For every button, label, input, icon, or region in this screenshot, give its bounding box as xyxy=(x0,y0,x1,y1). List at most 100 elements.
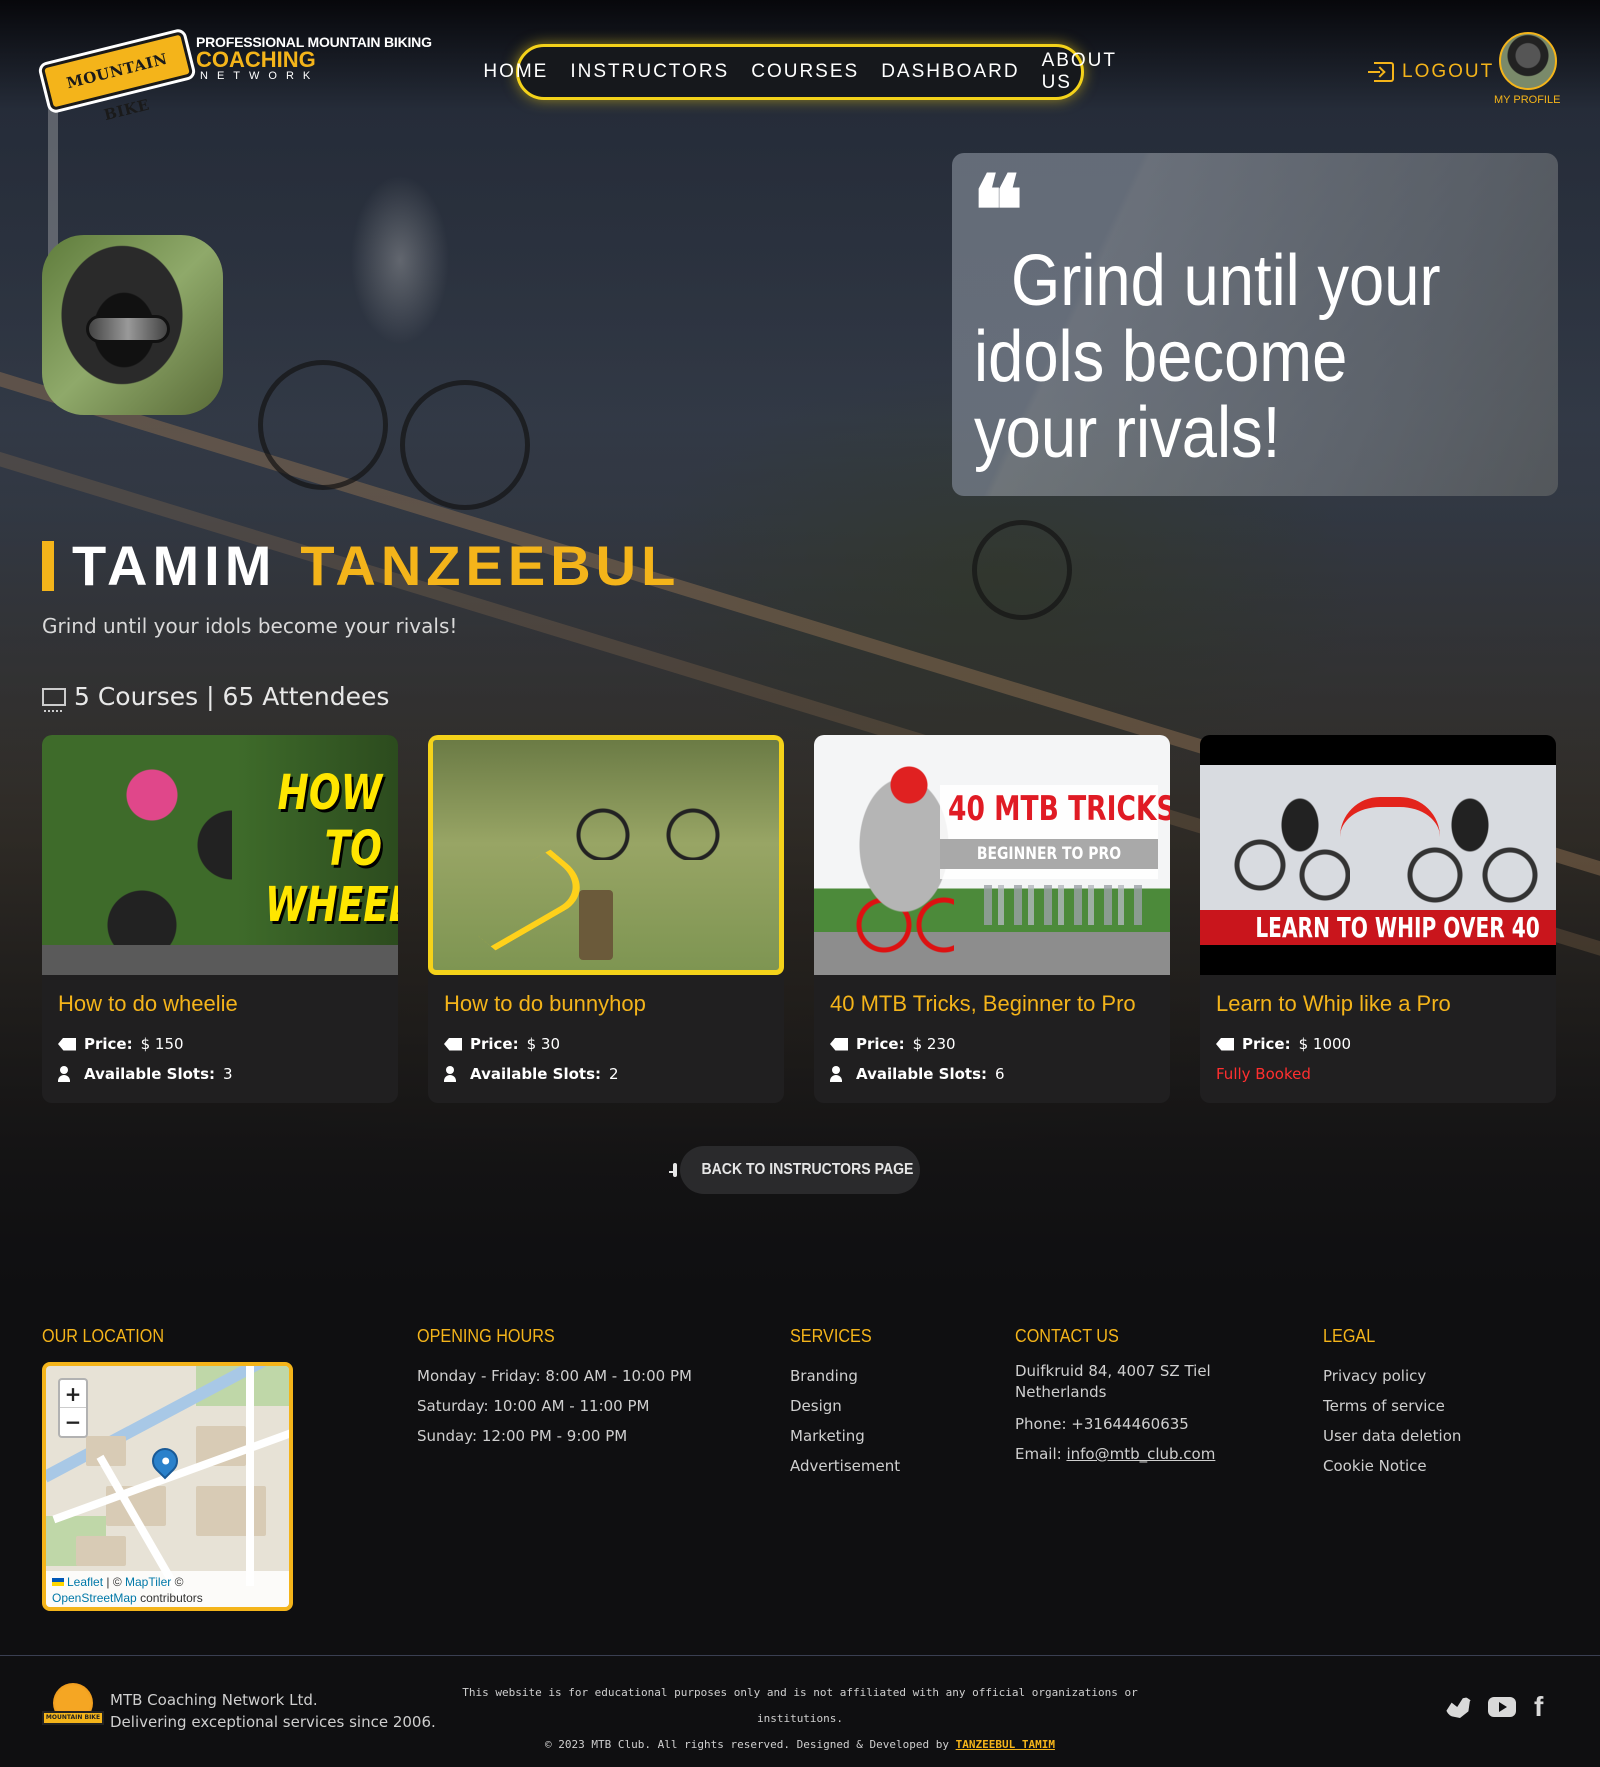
footer-contact: CONTACT US Duifkruid 84, 4007 SZ Tiel Ne… xyxy=(1015,1326,1215,1469)
nav-home[interactable]: HOME xyxy=(483,61,548,83)
main-nav: HOME INSTRUCTORS COURSES DASHBOARD ABOUT… xyxy=(483,44,1115,100)
course-card[interactable]: 40 MTB TRICKS BEGINNER TO PRO 40 MTB Tri… xyxy=(814,735,1170,1103)
arrow-icon xyxy=(446,849,600,951)
company-tagline: Delivering exceptional services since 20… xyxy=(110,1713,436,1731)
company-info: MTB Coaching Network Ltd. Delivering exc… xyxy=(110,1689,436,1733)
footer-heading: OUR LOCATION xyxy=(42,1326,165,1346)
tag-icon xyxy=(1216,1037,1234,1051)
course-price: Price: $ 1000 xyxy=(1216,1035,1351,1053)
disclaimer-text: This website is for educational purposes… xyxy=(462,1686,1138,1725)
stats-text: 5 Courses | 65 Attendees xyxy=(74,682,390,711)
hours-item: Sunday: 12:00 PM - 9:00 PM xyxy=(417,1427,628,1445)
course-image: LEARN TO WHIP OVER 40 xyxy=(1200,735,1556,975)
course-price: Price: $ 150 xyxy=(58,1035,184,1053)
instructor-stats: 5 Courses | 65 Attendees xyxy=(42,682,390,712)
map-zoom-out-button[interactable]: − xyxy=(60,1408,86,1436)
course-slots: Available Slots: 6 xyxy=(830,1065,1005,1083)
tag-icon xyxy=(830,1037,848,1051)
contact-address-line-1: Duifkruid 84, 4007 SZ Tiel xyxy=(1015,1362,1211,1380)
company-name: MTB Coaching Network Ltd. xyxy=(110,1691,318,1709)
location-map[interactable]: + − Leaflet | © MapTiler © OpenStreetMap… xyxy=(42,1362,293,1611)
logout-icon xyxy=(1368,62,1394,82)
logo-line-3: NETWORK xyxy=(200,70,320,82)
nav-instructors[interactable]: INSTRUCTORS xyxy=(570,61,729,83)
contact-email: Email: info@mtb_club.com xyxy=(1015,1445,1216,1463)
nav-about-us[interactable]: ABOUT US xyxy=(1042,50,1117,94)
leaflet-link[interactable]: Leaflet xyxy=(67,1575,103,1589)
quote-card: ❝ Grind until your idols become your riv… xyxy=(952,153,1558,496)
facebook-icon: f xyxy=(1534,1691,1544,1722)
footer-logo[interactable]: MOUNTAIN BIKE xyxy=(42,1683,104,1739)
footer-heading: LEGAL xyxy=(1323,1326,1376,1346)
hours-item: Saturday: 10:00 AM - 11:00 PM xyxy=(417,1397,650,1415)
course-card[interactable]: How to do bunnyhop Price: $ 30 Available… xyxy=(428,735,784,1103)
legal-link[interactable]: Terms of service xyxy=(1323,1391,1461,1421)
footer-location: OUR LOCATION xyxy=(42,1326,178,1361)
course-image: 40 MTB TRICKS BEGINNER TO PRO xyxy=(814,735,1170,975)
footer-heading: SERVICES xyxy=(790,1326,872,1346)
course-list: HOW TO WHEELIE! How to do wheelie Price:… xyxy=(42,735,1558,1103)
site-header: MOUNTAIN BIKE PROFESSIONAL MOUNTAIN BIKI… xyxy=(0,0,1600,130)
service-link[interactable]: Marketing xyxy=(790,1421,900,1451)
footer-disclaimer: This website is for educational purposes… xyxy=(440,1680,1160,1758)
map-zoom-in-button[interactable]: + xyxy=(60,1380,86,1408)
logo-line-2: COACHING xyxy=(196,47,316,72)
course-slots: Available Slots: 3 xyxy=(58,1065,233,1083)
user-plus-icon xyxy=(58,1066,76,1082)
nav-dashboard[interactable]: DASHBOARD xyxy=(881,61,1019,83)
openstreetmap-link[interactable]: OpenStreetMap xyxy=(52,1591,137,1605)
footer-heading: OPENING HOURS xyxy=(417,1326,555,1346)
back-to-instructors-button[interactable]: BACK TO INSTRUCTORS PAGE xyxy=(668,1146,920,1194)
contact-address-line-2: Netherlands xyxy=(1015,1383,1107,1401)
instructor-first-name: TAMIM xyxy=(72,534,277,597)
course-price: Price: $ 30 xyxy=(444,1035,560,1053)
quote-text: Grind until your idols become your rival… xyxy=(974,241,1441,473)
ukraine-flag-icon xyxy=(52,1578,64,1586)
back-icon xyxy=(668,1163,677,1177)
footer-services: SERVICES Branding Design Marketing Adver… xyxy=(790,1326,900,1481)
avatar xyxy=(1499,32,1557,90)
service-link[interactable]: Advertisement xyxy=(790,1451,900,1481)
logout-button[interactable]: LOGOUT xyxy=(1368,58,1494,86)
maptiler-link[interactable]: MapTiler xyxy=(125,1575,171,1589)
logo-badge: MOUNTAIN BIKE xyxy=(40,31,194,124)
back-button-label: BACK TO INSTRUCTORS PAGE xyxy=(701,1161,913,1178)
instructor-photo xyxy=(42,235,223,415)
legal-link[interactable]: Cookie Notice xyxy=(1323,1451,1461,1481)
footer-legal: LEGAL Privacy policy Terms of service Us… xyxy=(1323,1326,1461,1481)
facebook-link[interactable]: f xyxy=(1534,1691,1552,1722)
service-link[interactable]: Design xyxy=(790,1391,900,1421)
course-title: Learn to Whip like a Pro xyxy=(1216,991,1451,1016)
course-card[interactable]: LEARN TO WHIP OVER 40 Learn to Whip like… xyxy=(1200,735,1556,1103)
map-attribution: Leaflet | © MapTiler © OpenStreetMap con… xyxy=(46,1571,289,1607)
course-slots: Available Slots: 2 xyxy=(444,1065,619,1083)
instructor-last-name: TANZEEBUL xyxy=(300,534,681,597)
legal-link[interactable]: User data deletion xyxy=(1323,1421,1461,1451)
course-image: HOW TO WHEELIE! xyxy=(42,735,398,975)
email-link[interactable]: info@mtb_club.com xyxy=(1066,1445,1215,1463)
course-title: How to do wheelie xyxy=(58,991,238,1016)
course-image-text: LEARN TO WHIP OVER 40 xyxy=(1255,911,1540,944)
twitter-link[interactable] xyxy=(1446,1694,1474,1720)
my-profile-link[interactable]: MY PROFILE xyxy=(1494,32,1560,106)
instructor-name: TAMIM TANZEEBUL xyxy=(72,533,680,598)
course-image-text: HOW TO WHEELIE! xyxy=(265,765,398,933)
course-card[interactable]: HOW TO WHEELIE! How to do wheelie Price:… xyxy=(42,735,398,1103)
site-logo[interactable]: MOUNTAIN BIKE PROFESSIONAL MOUNTAIN BIKI… xyxy=(40,31,444,124)
youtube-link[interactable] xyxy=(1488,1694,1516,1720)
service-link[interactable]: Branding xyxy=(790,1361,900,1391)
tag-icon xyxy=(58,1037,76,1051)
course-status: Fully Booked xyxy=(1216,1065,1311,1083)
footer-heading: CONTACT US xyxy=(1015,1326,1119,1346)
copyright: © 2023 MTB Club. All rights reserved. De… xyxy=(545,1738,1055,1751)
twitter-icon xyxy=(1446,1696,1474,1718)
user-plus-icon xyxy=(444,1066,462,1082)
legal-link[interactable]: Privacy policy xyxy=(1323,1361,1461,1391)
developer-link[interactable]: TANZEEBUL TAMIM xyxy=(956,1738,1055,1751)
nav-courses[interactable]: COURSES xyxy=(751,61,859,83)
instructor-tagline: Grind until your idols become your rival… xyxy=(42,614,458,638)
user-plus-icon xyxy=(830,1066,848,1082)
contact-phone: Phone: +31644460635 xyxy=(1015,1415,1189,1433)
presentation-icon xyxy=(42,686,66,712)
course-title: How to do bunnyhop xyxy=(444,991,646,1016)
